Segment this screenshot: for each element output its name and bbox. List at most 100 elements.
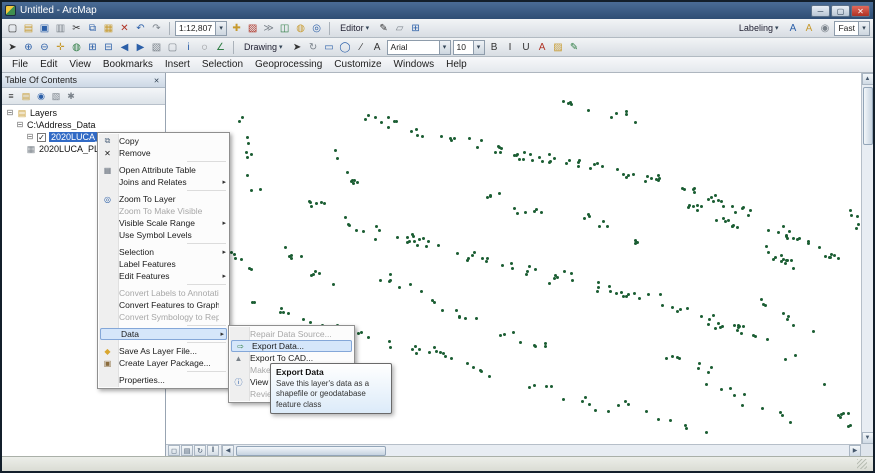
italic-icon[interactable]: I xyxy=(503,40,518,55)
ellipse-tool-icon[interactable]: ◯ xyxy=(338,40,353,55)
collapse-icon[interactable]: ⊟ xyxy=(16,121,24,129)
arctoolbox-icon[interactable]: ▨ xyxy=(245,21,260,36)
scroll-up-icon[interactable]: ▲ xyxy=(862,73,874,85)
model-builder-icon[interactable]: ◫ xyxy=(277,21,292,36)
zoom-out-icon[interactable]: ⊖ xyxy=(37,40,52,55)
context-menu-item[interactable]: ▦ Open Attribute Table xyxy=(98,164,229,176)
create-features-icon[interactable]: ⊞ xyxy=(408,21,423,36)
python-window-icon[interactable]: ≫ xyxy=(261,21,276,36)
context-menu-item[interactable]: ◎ Zoom To Layer xyxy=(98,193,229,205)
context-menu-item[interactable]: Selection ▸ xyxy=(98,246,229,258)
list-by-visibility-icon[interactable]: ◉ xyxy=(34,89,48,103)
cut-icon[interactable]: ✂ xyxy=(69,21,84,36)
find-icon[interactable]: ◌ xyxy=(197,40,212,55)
line-color-icon[interactable]: ✎ xyxy=(567,40,582,55)
save-icon[interactable]: ▣ xyxy=(37,21,52,36)
edit-vertices-icon[interactable]: ▱ xyxy=(392,21,407,36)
arccatalog-icon[interactable]: ◍ xyxy=(293,21,308,36)
chevron-down-icon[interactable]: ▾ xyxy=(473,41,484,54)
scroll-left-icon[interactable]: ◀ xyxy=(222,445,234,457)
pan-icon[interactable]: ✛ xyxy=(53,40,68,55)
toc-options-icon[interactable]: ✱ xyxy=(64,89,78,103)
menu-bar-item[interactable]: Help xyxy=(440,58,473,71)
drawing-pointer-icon[interactable]: ➤ xyxy=(290,40,305,55)
refresh-view-button[interactable]: ↻ xyxy=(194,445,206,456)
context-menu-item[interactable]: Label Features xyxy=(98,258,229,270)
scroll-right-icon[interactable]: ▶ xyxy=(849,445,861,457)
editor-menu-button[interactable]: Editor▾ xyxy=(335,21,374,35)
scroll-down-icon[interactable]: ▼ xyxy=(862,432,874,444)
full-extent-icon[interactable]: ◍ xyxy=(69,40,84,55)
context-menu-item[interactable]: ⧉ Copy xyxy=(98,135,229,147)
zoom-in-icon[interactable]: ⊕ xyxy=(21,40,36,55)
redo-icon[interactable]: ↷ xyxy=(149,21,164,36)
context-menu-item[interactable]: Data ▸ xyxy=(100,328,227,340)
menu-bar-item[interactable]: View xyxy=(63,58,97,71)
search-window-icon[interactable]: ◎ xyxy=(309,21,324,36)
add-data-icon[interactable]: ✚ xyxy=(229,21,244,36)
context-menu-item[interactable]: Convert Features to Graphics... xyxy=(98,299,229,311)
paste-icon[interactable]: ▦ xyxy=(101,21,116,36)
context-menu-item[interactable]: ▣ Create Layer Package... xyxy=(98,357,229,369)
context-menu-item[interactable]: Convert Symbology to Representation... xyxy=(98,311,229,323)
back-extent-icon[interactable]: ◀ xyxy=(117,40,132,55)
menu-bar-item[interactable]: Insert xyxy=(159,58,196,71)
collapse-icon[interactable]: ⊟ xyxy=(6,109,14,117)
menu-bar-item[interactable]: Geoprocessing xyxy=(249,58,328,71)
menu-bar-item[interactable]: Customize xyxy=(328,58,387,71)
data-view-button[interactable]: ◻ xyxy=(168,445,180,456)
text-tool-icon[interactable]: A xyxy=(370,40,385,55)
forward-extent-icon[interactable]: ▶ xyxy=(133,40,148,55)
layer-checkbox[interactable]: ✓ xyxy=(37,133,46,142)
menu-bar-item[interactable]: Selection xyxy=(196,58,249,71)
clear-selection-icon[interactable]: ▢ xyxy=(165,40,180,55)
menu-bar-item[interactable]: Bookmarks xyxy=(97,58,159,71)
submenu-item[interactable]: Repair Data Source... xyxy=(229,328,354,340)
open-icon[interactable]: ▤ xyxy=(21,21,36,36)
layout-view-button[interactable]: ▤ xyxy=(181,445,193,456)
fixed-zoom-out-icon[interactable]: ⊟ xyxy=(101,40,116,55)
scale-combo[interactable]: 1:12,807 ▾ xyxy=(175,21,227,36)
rectangle-tool-icon[interactable]: ▭ xyxy=(322,40,337,55)
undo-icon[interactable]: ↶ xyxy=(133,21,148,36)
list-by-source-icon[interactable]: ▤ xyxy=(19,89,33,103)
fixed-zoom-in-icon[interactable]: ⊞ xyxy=(85,40,100,55)
labeling-menu-button[interactable]: Labeling▾ xyxy=(734,21,784,35)
select-elements-icon[interactable]: ➤ xyxy=(5,40,20,55)
maximize-button[interactable]: ▢ xyxy=(831,5,850,17)
context-menu-item[interactable]: Zoom To Make Visible xyxy=(98,205,229,217)
rotate-icon[interactable]: ↻ xyxy=(306,40,321,55)
horizontal-scroll-thumb[interactable] xyxy=(236,446,386,456)
context-menu-item[interactable]: Properties... xyxy=(98,374,229,386)
label-priority-icon[interactable]: A xyxy=(801,21,816,36)
close-icon[interactable]: ✕ xyxy=(151,75,162,86)
underline-icon[interactable]: U xyxy=(519,40,534,55)
vertical-scroll-thumb[interactable] xyxy=(863,87,873,145)
editor-pencil-icon[interactable]: ✎ xyxy=(376,21,391,36)
context-menu-item[interactable]: Visible Scale Range ▸ xyxy=(98,217,229,229)
context-menu-item[interactable]: Use Symbol Levels xyxy=(98,229,229,241)
toc-item-group[interactable]: ⊟ C:\Address_Data xyxy=(2,119,165,131)
font-color-icon[interactable]: A xyxy=(535,40,550,55)
horizontal-scrollbar[interactable]: ◻▤↻‖ ◀ ▶ xyxy=(166,444,861,456)
list-by-drawing-order-icon[interactable]: ≡ xyxy=(4,89,18,103)
context-menu-item[interactable]: ◆ Save As Layer File... xyxy=(98,345,229,357)
identify-icon[interactable]: i xyxy=(181,40,196,55)
fill-color-icon[interactable]: ▨ xyxy=(551,40,566,55)
print-icon[interactable]: ▥ xyxy=(53,21,68,36)
bold-icon[interactable]: B xyxy=(487,40,502,55)
delete-icon[interactable]: ✕ xyxy=(117,21,132,36)
line-tool-icon[interactable]: ∕ xyxy=(354,40,369,55)
list-by-selection-icon[interactable]: ▧ xyxy=(49,89,63,103)
drawing-menu-button[interactable]: Drawing▾ xyxy=(239,40,288,54)
menu-bar-item[interactable]: File xyxy=(6,58,34,71)
submenu-item[interactable]: ⇨ Export Data... xyxy=(231,340,352,352)
close-button[interactable]: ✕ xyxy=(851,5,870,17)
chevron-down-icon[interactable]: ▾ xyxy=(439,41,450,54)
resize-grip-icon[interactable] xyxy=(857,459,867,469)
context-menu-item[interactable]: ✕ Remove xyxy=(98,147,229,159)
context-menu-item[interactable]: Joins and Relates ▸ xyxy=(98,176,229,188)
font-size-combo[interactable]: 10 ▾ xyxy=(453,40,485,55)
context-menu-item[interactable]: Edit Features ▸ xyxy=(98,270,229,282)
chevron-down-icon[interactable]: ▾ xyxy=(858,22,869,35)
